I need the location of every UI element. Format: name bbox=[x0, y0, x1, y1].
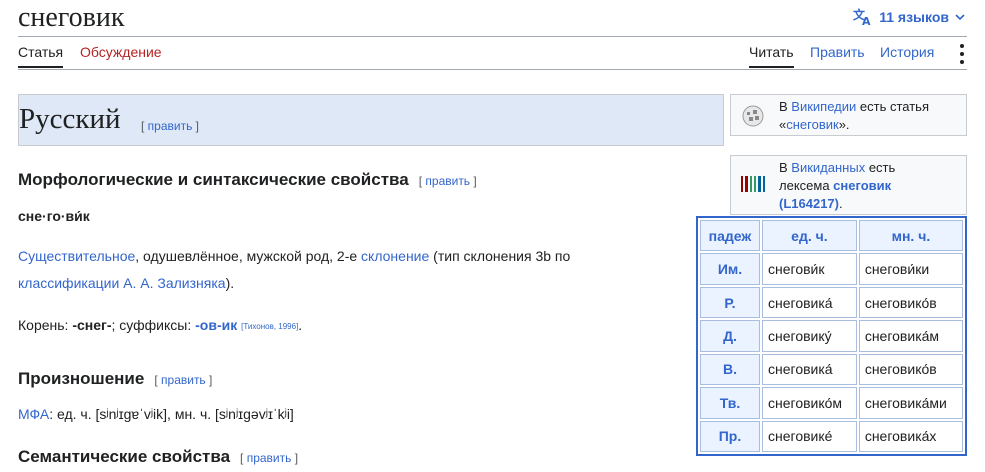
language-section-header: Русский [ править ] bbox=[18, 94, 724, 146]
sem-heading-text: Семантические свойства bbox=[18, 447, 231, 466]
languages-label: 11 языков bbox=[879, 9, 949, 25]
plural-form: снегови́ки bbox=[858, 253, 963, 285]
case-label[interactable]: Пр. bbox=[700, 420, 760, 452]
case-label[interactable]: Р. bbox=[700, 286, 760, 319]
wikidata-prefix: В bbox=[779, 160, 792, 175]
table-row: В. снеговика́ снеговико́в bbox=[700, 353, 963, 386]
tab-discussion[interactable]: Обсуждение bbox=[80, 44, 162, 66]
morph-edit-button[interactable]: править bbox=[425, 174, 470, 188]
table-row: Тв. снеговико́м снеговика́ми bbox=[700, 387, 963, 419]
case-label[interactable]: Тв. bbox=[700, 387, 760, 419]
table-row: Д. снеговику́ снеговика́м bbox=[700, 320, 963, 352]
header-case: падеж bbox=[700, 220, 760, 252]
plural-form: снеговико́в bbox=[858, 353, 963, 386]
wikidata-box: В Викиданных есть лексема снеговик (L164… bbox=[730, 155, 967, 215]
wikidata-end: . bbox=[838, 196, 843, 211]
table-row: Пр. снеговике́ снеговика́х bbox=[700, 420, 963, 452]
tab-edit[interactable]: Править bbox=[810, 44, 865, 66]
language-edit-link: [ править ] bbox=[141, 119, 200, 133]
classification-end: ). bbox=[225, 275, 235, 291]
sem-edit-button[interactable]: править bbox=[247, 451, 292, 465]
wikidata-line2: лексема bbox=[779, 178, 834, 193]
syllables: сне·го·ви́к bbox=[18, 208, 90, 224]
header-singular: ед. ч. bbox=[762, 220, 857, 252]
singular-form: снеговика́ bbox=[762, 353, 857, 386]
classification-link[interactable]: классификации А. А. Зализняка bbox=[18, 275, 226, 291]
wikipedia-article-link[interactable]: снеговик bbox=[786, 117, 838, 132]
more-vertical-icon[interactable] bbox=[959, 42, 965, 66]
morph-heading: Морфологические и синтаксические свойств… bbox=[18, 170, 477, 190]
suffix-link[interactable]: -ов-ик bbox=[195, 317, 237, 333]
case-label[interactable]: В. bbox=[700, 353, 760, 386]
tab-article[interactable]: Статья bbox=[18, 44, 64, 68]
plural-form: снеговика́х bbox=[858, 420, 963, 452]
wikipedia-prefix: В bbox=[779, 99, 792, 114]
root-label: Корень: bbox=[18, 317, 73, 333]
root-end: . bbox=[298, 317, 303, 333]
language-title: Русский bbox=[19, 103, 121, 135]
pos-link[interactable]: Существительное bbox=[18, 248, 135, 264]
plural-form: снеговика́м bbox=[858, 320, 963, 352]
pron-heading: Произношение [ править ] bbox=[18, 369, 212, 389]
root-paragraph: Корень: -снег-; суффиксы: -ов-ик [Тихоно… bbox=[18, 312, 302, 340]
pos-paragraph: Существительное, одушевлённое, мужской р… bbox=[18, 243, 688, 297]
tab-read[interactable]: Читать bbox=[749, 44, 794, 68]
wikidata-lexeme-id-link[interactable]: (L164217) bbox=[779, 196, 839, 211]
wikipedia-quote-close: ». bbox=[838, 117, 850, 132]
plural-form: снеговика́ми bbox=[858, 387, 963, 419]
ipa-link[interactable]: МФА bbox=[18, 406, 49, 422]
morph-heading-text: Морфологические и синтаксические свойств… bbox=[18, 170, 409, 189]
chevron-down-icon bbox=[955, 13, 965, 21]
wikidata-lexeme-link[interactable]: снеговик bbox=[833, 178, 891, 193]
ipa-text: : ед. ч. [sʲnʲɪɡɐˈvʲik], мн. ч. [sʲnʲɪɡə… bbox=[49, 406, 294, 422]
suffix-label: ; суффиксы: bbox=[111, 317, 196, 333]
root-value: -снег- bbox=[72, 317, 112, 333]
inflection-header-row: падеж ед. ч. мн. ч. bbox=[700, 220, 963, 252]
translate-icon: 文 A bbox=[853, 8, 873, 26]
svg-text:A: A bbox=[862, 15, 871, 26]
wikidata-barcode-icon bbox=[741, 176, 767, 197]
page-tabs: Статья Обсуждение Читать Править История bbox=[18, 36, 967, 70]
singular-form: снеговико́м bbox=[762, 387, 857, 419]
sem-heading: Семантические свойства [ править ] bbox=[18, 447, 298, 467]
ipa-paragraph: МФА: ед. ч. [sʲnʲɪɡɐˈvʲik], мн. ч. [sʲnʲ… bbox=[18, 401, 294, 428]
case-label[interactable]: Д. bbox=[700, 320, 760, 352]
singular-form: снеговике́ bbox=[762, 420, 857, 452]
singular-form: снеговику́ bbox=[762, 320, 857, 352]
pos-text: , одушевлённое, мужской род, 2-е bbox=[135, 248, 362, 264]
wikipedia-box: В Википедии есть статья «снеговик». bbox=[730, 94, 967, 136]
language-edit-button[interactable]: править bbox=[148, 119, 193, 133]
morph-edit-link: [ править ] bbox=[418, 174, 477, 188]
pron-edit-button[interactable]: править bbox=[161, 373, 206, 387]
page-title: снеговик bbox=[18, 2, 125, 33]
declension-link[interactable]: склонение bbox=[361, 248, 429, 264]
inflection-table: падеж ед. ч. мн. ч. Им. снегови́к снегов… bbox=[696, 216, 967, 456]
languages-button[interactable]: 文 A 11 языков bbox=[853, 8, 965, 26]
singular-form: снегови́к bbox=[762, 253, 857, 285]
header-plural: мн. ч. bbox=[858, 220, 963, 252]
wikidata-middle: есть bbox=[865, 160, 896, 175]
wikipedia-link[interactable]: Википедии bbox=[791, 99, 856, 114]
wikipedia-middle: есть статья bbox=[856, 99, 929, 114]
declension-text: (тип склонения 3b по bbox=[429, 248, 571, 264]
table-row: Р. снеговика́ снеговико́в bbox=[700, 286, 963, 319]
sem-edit-link: [ править ] bbox=[240, 451, 299, 465]
pron-edit-link: [ править ] bbox=[154, 373, 213, 387]
wikipedia-globe-icon bbox=[741, 104, 765, 133]
singular-form: снеговика́ bbox=[762, 286, 857, 319]
case-label[interactable]: Им. bbox=[700, 253, 760, 285]
tab-history[interactable]: История bbox=[880, 44, 934, 66]
wikidata-link[interactable]: Викиданных bbox=[791, 160, 865, 175]
plural-form: снеговико́в bbox=[858, 286, 963, 319]
source-link[interactable]: [Тихонов, 1996] bbox=[241, 322, 298, 331]
table-row: Им. снегови́к снегови́ки bbox=[700, 253, 963, 285]
pron-heading-text: Произношение bbox=[18, 369, 145, 388]
